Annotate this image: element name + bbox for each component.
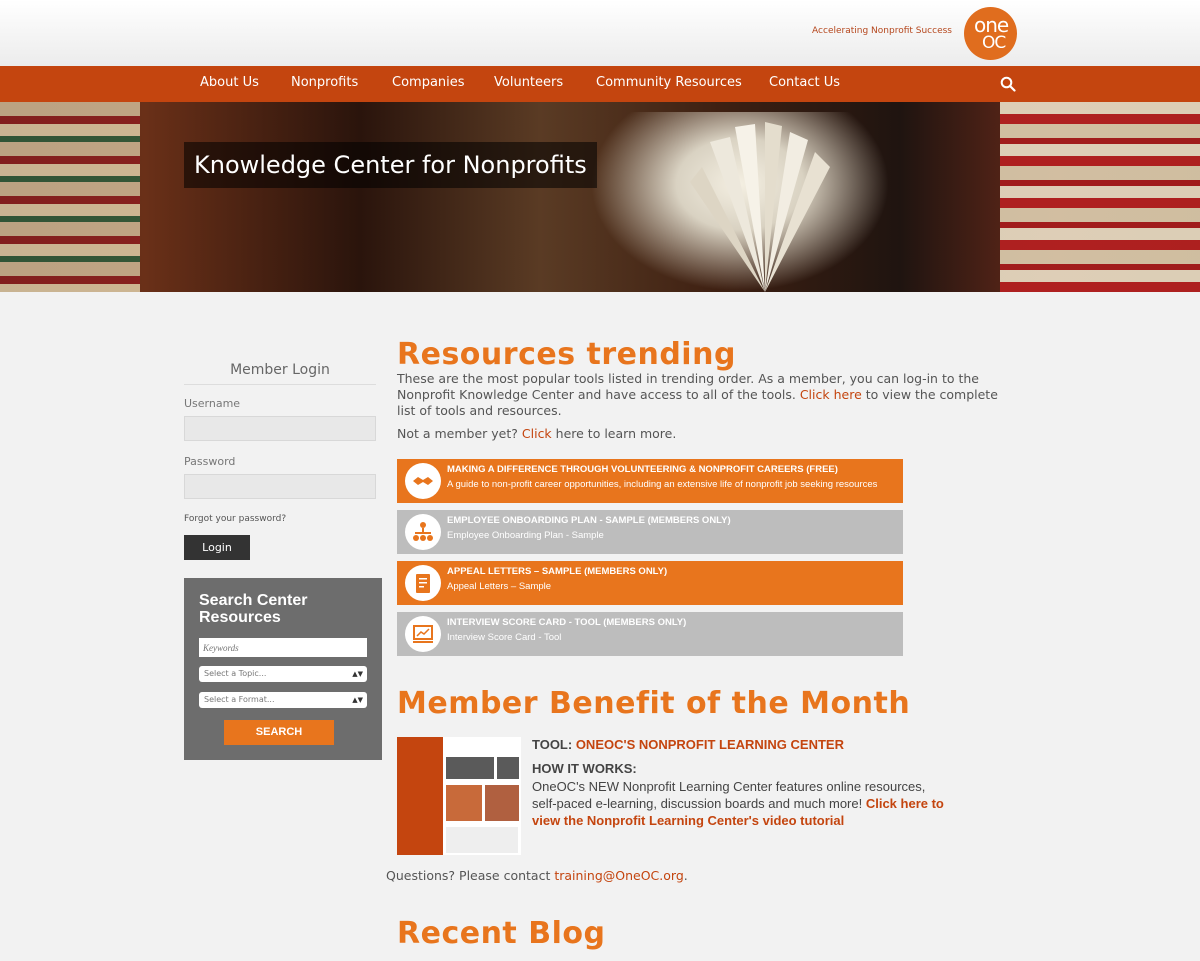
questions-end: . <box>683 868 688 883</box>
questions-line: Questions? Please contact training@OneOC… <box>386 868 1006 884</box>
tagline: Accelerating Nonprofit Success <box>812 26 952 36</box>
recent-blog-heading: Recent Blog <box>397 916 606 951</box>
format-select-value: Select a Format... <box>204 695 275 704</box>
books-right-image <box>1000 102 1200 292</box>
books-left-image <box>0 102 140 292</box>
top-header: Accelerating Nonprofit Success one OC <box>0 0 1200 66</box>
search-button[interactable]: SEARCH <box>224 720 334 745</box>
not-member-text-1: Not a member yet? <box>397 426 522 441</box>
questions-text: Questions? Please contact <box>386 868 555 883</box>
org-chart-icon <box>405 514 441 550</box>
nav-about-us[interactable]: About Us <box>200 75 259 90</box>
presentation-icon <box>405 616 441 652</box>
resource-title: APPEAL LETTERS – SAMPLE (MEMBERS ONLY) <box>447 566 668 577</box>
topic-select-value: Select a Topic... <box>204 669 267 678</box>
trending-heading: Resources trending <box>397 337 736 372</box>
nav-community-resources[interactable]: Community Resources <box>596 75 742 90</box>
hero-title-box: Knowledge Center for Nonprofits <box>184 142 597 188</box>
resource-subtitle: Employee Onboarding Plan - Sample <box>447 530 604 541</box>
how-it-works-label: HOW IT WORKS: <box>532 761 637 776</box>
resource-card[interactable]: APPEAL LETTERS – SAMPLE (MEMBERS ONLY) A… <box>397 561 903 605</box>
thumb-tile <box>446 827 518 853</box>
resource-title: EMPLOYEE ONBOARDING PLAN - SAMPLE (MEMBE… <box>447 515 731 526</box>
thumb-tile <box>485 785 519 821</box>
member-benefit-desc: OneOC's NEW Nonprofit Learning Center fe… <box>532 778 944 829</box>
thumb-tile <box>446 757 494 779</box>
password-field[interactable] <box>184 474 376 499</box>
nav-companies[interactable]: Companies <box>392 75 465 90</box>
page-title: Knowledge Center for Nonprofits <box>194 151 587 179</box>
resource-card[interactable]: MAKING A DIFFERENCE THROUGH VOLUNTEERING… <box>397 459 903 503</box>
thumb-sidebar <box>397 737 443 855</box>
select-arrows-icon: ▲▼ <box>352 670 363 678</box>
resource-card[interactable]: INTERVIEW SCORE CARD - TOOL (MEMBERS ONL… <box>397 612 903 656</box>
handshake-icon <box>405 463 441 499</box>
select-arrows-icon: ▲▼ <box>352 696 363 704</box>
nav-volunteers[interactable]: Volunteers <box>494 75 563 90</box>
password-label: Password <box>184 455 236 468</box>
resource-title: INTERVIEW SCORE CARD - TOOL (MEMBERS ONL… <box>447 617 687 628</box>
tool-label: TOOL: <box>532 737 576 752</box>
resource-subtitle: A guide to non-profit career opportuniti… <box>447 479 878 490</box>
nav-contact-us[interactable]: Contact Us <box>769 75 840 90</box>
open-book-image <box>690 122 830 292</box>
main-nav: About Us Nonprofits Companies Volunteers… <box>0 66 1200 102</box>
nav-nonprofits[interactable]: Nonprofits <box>291 75 358 90</box>
search-center-panel: Search Center Resources Select a Topic..… <box>184 578 382 760</box>
tool-name-link[interactable]: ONEOC'S NONPROFIT LEARNING CENTER <box>576 737 844 752</box>
search-center-title: Search Center Resources <box>199 592 308 626</box>
not-member-text-2: here to learn more. <box>551 426 677 441</box>
clipboard-icon <box>405 565 441 601</box>
format-select[interactable]: Select a Format... ▲▼ <box>199 692 367 708</box>
username-field[interactable] <box>184 416 376 441</box>
not-member-text: Not a member yet? Click here to learn mo… <box>397 426 1017 442</box>
trending-intro: These are the most popular tools listed … <box>397 371 1017 419</box>
resource-subtitle: Interview Score Card - Tool <box>447 632 562 643</box>
thumb-tile <box>497 757 519 779</box>
logo-text-bottom: OC <box>982 33 1006 53</box>
resource-card[interactable]: EMPLOYEE ONBOARDING PLAN - SAMPLE (MEMBE… <box>397 510 903 554</box>
tool-line: TOOL: ONEOC'S NONPROFIT LEARNING CENTER <box>532 737 844 752</box>
training-email-link[interactable]: training@OneOC.org <box>554 868 683 883</box>
oneoc-logo[interactable]: one OC <box>964 7 1017 60</box>
keywords-input[interactable] <box>199 638 367 657</box>
learning-center-screenshot[interactable] <box>397 737 521 855</box>
hero-banner: Knowledge Center for Nonprofits <box>0 102 1200 292</box>
learn-more-link[interactable]: Click <box>522 426 552 441</box>
member-benefit-heading: Member Benefit of the Month <box>397 686 911 721</box>
resource-title: MAKING A DIFFERENCE THROUGH VOLUNTEERING… <box>447 464 838 475</box>
member-login-heading: Member Login <box>184 362 376 385</box>
login-button[interactable]: Login <box>184 535 250 560</box>
search-icon[interactable] <box>1000 76 1016 92</box>
username-label: Username <box>184 397 241 410</box>
resource-subtitle: Appeal Letters – Sample <box>447 581 552 592</box>
forgot-password-link[interactable]: Forgot your password? <box>184 514 286 524</box>
thumb-tile <box>446 785 482 821</box>
view-all-tools-link[interactable]: Click here <box>800 387 862 402</box>
topic-select[interactable]: Select a Topic... ▲▼ <box>199 666 367 682</box>
